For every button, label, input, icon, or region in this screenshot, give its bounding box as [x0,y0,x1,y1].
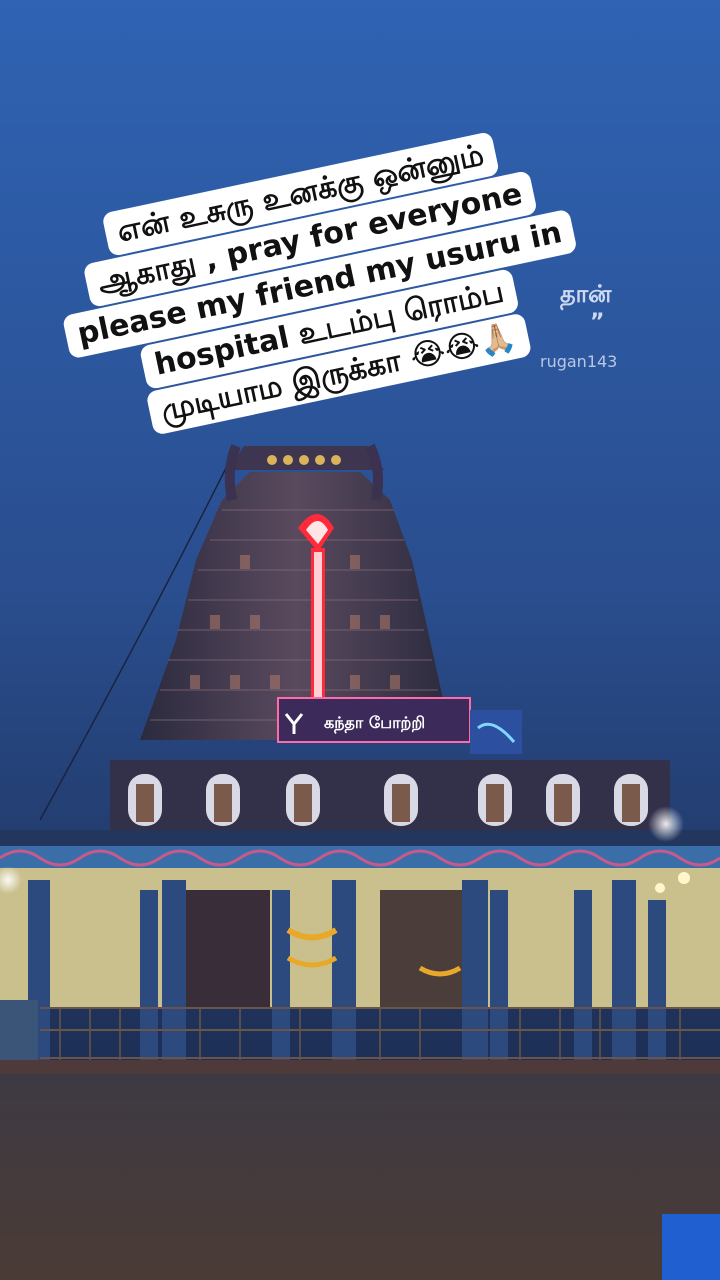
temple-sign-text: கந்தா போற்றி [324,713,426,732]
corner-blue-shape [662,1214,720,1280]
watermark-username: rugan143 [540,352,618,371]
